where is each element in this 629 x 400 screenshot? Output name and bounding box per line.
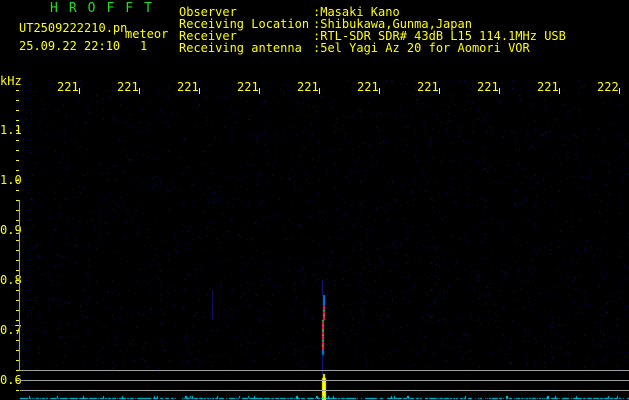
x-tick-label: 2218 — [477, 81, 499, 93]
x-tick — [559, 88, 560, 94]
x-tick-label: 2215 — [297, 81, 319, 93]
y-minor-tick — [16, 150, 19, 151]
y-minor-tick — [16, 90, 19, 91]
y-minor-tick — [16, 100, 19, 101]
x-tick-label: 2217 — [417, 81, 439, 93]
x-tick — [319, 88, 320, 94]
y-minor-tick — [16, 180, 19, 181]
datetime: 25.09.22 22:10 — [19, 39, 121, 53]
x-tick-label: 2214 — [237, 81, 259, 93]
counter: 1 — [140, 39, 148, 53]
x-tick — [379, 88, 380, 94]
x-tick-label: 2219 — [537, 81, 559, 93]
y-minor-tick — [16, 130, 19, 131]
y-minor-tick — [16, 380, 19, 381]
x-tick — [439, 88, 440, 94]
x-tick — [499, 88, 500, 94]
x-tick — [79, 88, 80, 94]
antenna-value: :5el Yagi Az 20 for Aomori VOR — [313, 41, 530, 55]
y-minor-tick — [16, 120, 19, 121]
x-tick — [199, 88, 200, 94]
y-minor-tick — [16, 160, 19, 161]
unit-label: kHz — [0, 74, 22, 88]
filename: UT2509222210.pn — [19, 21, 128, 35]
spectrogram — [20, 80, 629, 400]
divider-line — [19, 370, 629, 371]
y-axis-line — [19, 200, 20, 370]
y-minor-tick — [16, 390, 19, 391]
y-minor-tick — [16, 170, 19, 171]
x-tick-label: 2213 — [177, 81, 199, 93]
level-line — [20, 380, 629, 381]
x-tick — [139, 88, 140, 94]
level-line — [20, 390, 629, 391]
y-minor-tick — [16, 140, 19, 141]
x-tick — [619, 88, 620, 94]
x-tick-label: 2216 — [357, 81, 379, 93]
y-minor-tick — [16, 190, 19, 191]
x-tick-label: 2212 — [117, 81, 139, 93]
antenna-label: Receiving antenna — [179, 41, 302, 55]
y-minor-tick — [16, 110, 19, 111]
x-tick-label: 2211 — [57, 81, 79, 93]
x-tick-label: 2220 — [597, 81, 619, 93]
x-tick — [259, 88, 260, 94]
app-title: HROFFT — [50, 1, 163, 16]
